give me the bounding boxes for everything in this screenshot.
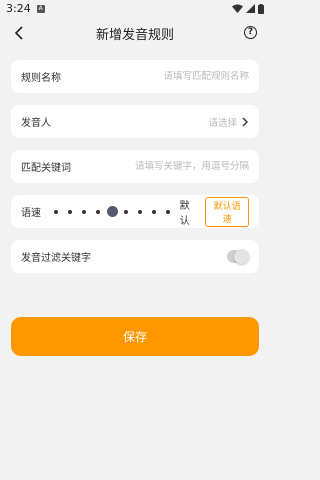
speed-value: 默认: [179, 200, 190, 227]
battery-icon: [258, 3, 264, 14]
speed-row: 语速 默认 默认语速: [11, 195, 259, 228]
rule-name-input[interactable]: [119, 71, 249, 82]
chevron-right-icon: [242, 117, 248, 126]
speed-step-dot: [138, 209, 142, 214]
rule-name-label: 规则名称: [21, 73, 61, 84]
speed-step-dot: [152, 209, 156, 214]
voice-select-value[interactable]: 请选择: [208, 115, 237, 129]
keywords-input[interactable]: [109, 161, 249, 172]
keywords-label: 匹配关键词: [21, 163, 71, 174]
status-time: 3:24: [6, 2, 31, 15]
voice-row[interactable]: 发音人 请选择: [11, 105, 259, 138]
speed-step-dot: [124, 209, 128, 214]
rule-name-row: 规则名称: [11, 60, 259, 93]
page-title: 新增发音规则: [95, 27, 174, 43]
wifi-icon: [232, 4, 243, 13]
speed-step-dot: [166, 209, 170, 214]
voice-label: 发音人: [21, 118, 51, 129]
nav-bar: 新增发音规则 ?: [0, 17, 270, 49]
save-button[interactable]: 保存: [11, 317, 259, 356]
app-notification-icon: A: [36, 4, 45, 13]
default-speed-button[interactable]: 默认语速: [205, 196, 249, 227]
keywords-row: 匹配关键词: [11, 150, 259, 183]
back-arrow-icon[interactable]: [12, 25, 28, 41]
speed-step-dot: [82, 209, 86, 214]
signal-icon: [246, 4, 255, 13]
filter-keywords-label: 发音过滤关键字: [21, 253, 91, 264]
filter-keywords-toggle[interactable]: [227, 249, 249, 264]
speed-step-dot: [68, 209, 72, 214]
speed-slider-thumb[interactable]: [106, 205, 118, 217]
help-icon[interactable]: ?: [244, 26, 257, 39]
speed-slider[interactable]: [53, 205, 170, 219]
status-bar: 3:24 A: [0, 0, 270, 17]
speed-label: 语速: [21, 208, 41, 219]
speed-step-dot: [96, 209, 100, 214]
toggle-knob: [234, 249, 249, 264]
filter-keywords-row: 发音过滤关键字: [11, 240, 259, 273]
speed-step-dot: [54, 209, 58, 214]
